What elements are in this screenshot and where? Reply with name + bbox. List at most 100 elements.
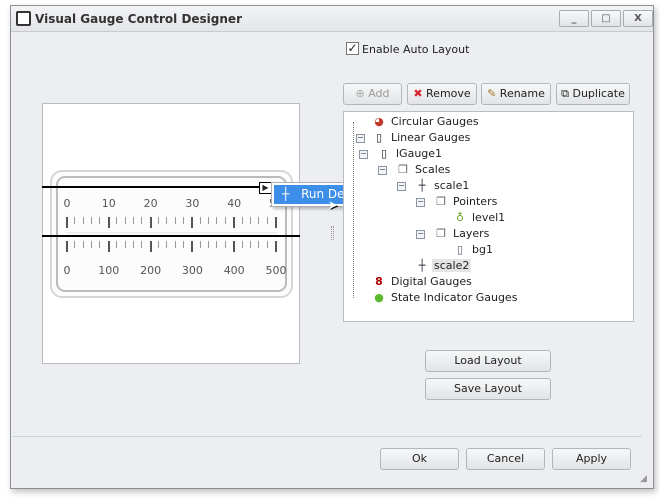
duplicate-label: Duplicate bbox=[572, 87, 625, 100]
digital-gauge-icon: 8 bbox=[375, 275, 383, 288]
title-bar[interactable]: Visual Gauge Control Designer _ □ X bbox=[11, 6, 653, 32]
scale-bar bbox=[67, 232, 277, 234]
tree-item-label: Circular Gauges bbox=[391, 115, 479, 128]
collapse-toggle[interactable]: − bbox=[356, 134, 365, 143]
tick-label: 500 bbox=[265, 264, 287, 277]
tree-item[interactable]: − ▯ Linear Gauges bbox=[356, 130, 472, 146]
minor-tick bbox=[166, 241, 168, 248]
pencil-icon: ✎ bbox=[487, 87, 497, 100]
rename-button[interactable]: ✎ Rename bbox=[481, 83, 551, 105]
major-tick bbox=[275, 241, 277, 252]
tree-item[interactable]: − ▯ lGauge1 bbox=[359, 146, 444, 162]
minor-tick bbox=[166, 217, 168, 224]
major-tick bbox=[275, 217, 277, 228]
tree-item-label: lGauge1 bbox=[396, 147, 443, 160]
minor-tick bbox=[266, 241, 268, 248]
ok-button[interactable]: Ok bbox=[380, 448, 459, 470]
collapse-toggle[interactable]: − bbox=[359, 150, 368, 159]
add-icon: ⊕ bbox=[355, 87, 365, 100]
level-pointer-icon: ♁ bbox=[455, 211, 465, 224]
mouse-cursor: ➤ bbox=[328, 198, 339, 212]
minor-tick bbox=[216, 217, 218, 224]
apply-button[interactable]: Apply bbox=[552, 448, 631, 470]
tick-label: 10 bbox=[101, 197, 116, 210]
minor-tick bbox=[82, 217, 84, 224]
state-indicator-icon: ● bbox=[374, 291, 384, 304]
window-title: Visual Gauge Control Designer bbox=[35, 12, 242, 26]
tree-item[interactable]: − ❐ Scales bbox=[378, 162, 452, 178]
tree-item[interactable]: ♁ level1 bbox=[452, 210, 507, 226]
minor-tick bbox=[141, 241, 143, 248]
minor-tick bbox=[174, 217, 176, 224]
add-button[interactable]: ⊕ Add bbox=[343, 83, 402, 105]
duplicate-icon: ⧉ bbox=[561, 87, 569, 100]
circular-gauge-icon: ◕ bbox=[374, 115, 384, 128]
tree-item[interactable]: − ❐ Layers bbox=[416, 226, 491, 242]
tree-item[interactable]: − ❐ Pointers bbox=[416, 194, 499, 210]
major-tick bbox=[191, 217, 194, 228]
tree-item[interactable]: − ┼ scale1 bbox=[397, 178, 471, 194]
scale-icon: ┼ bbox=[282, 187, 290, 201]
tree-item-label: level1 bbox=[472, 211, 506, 224]
collapse-toggle[interactable]: − bbox=[416, 230, 425, 239]
minor-tick bbox=[216, 241, 218, 248]
minor-tick bbox=[241, 241, 243, 248]
collapse-toggle[interactable]: − bbox=[378, 166, 387, 175]
minor-tick bbox=[99, 241, 101, 248]
collapse-toggle[interactable]: − bbox=[397, 182, 406, 191]
close-button[interactable]: X bbox=[623, 10, 653, 27]
collection-icon: ❐ bbox=[436, 227, 446, 240]
tree-item[interactable]: ┼ scale2 bbox=[414, 258, 472, 274]
minor-tick bbox=[183, 241, 185, 248]
duplicate-button[interactable]: ⧉ Duplicate bbox=[556, 83, 630, 105]
minor-tick bbox=[249, 217, 251, 224]
load-layout-button[interactable]: Load Layout bbox=[425, 350, 551, 372]
minor-tick bbox=[141, 217, 143, 224]
tree-item-label: Scales bbox=[415, 163, 451, 176]
remove-button[interactable]: ✖ Remove bbox=[407, 83, 477, 105]
tree-item[interactable]: 8 Digital Gauges bbox=[371, 274, 474, 290]
minor-tick bbox=[208, 217, 210, 224]
major-tick bbox=[107, 217, 110, 228]
tick-label: 200 bbox=[140, 264, 162, 277]
major-tick bbox=[149, 241, 152, 252]
tree-item-label: Pointers bbox=[453, 195, 498, 208]
major-tick bbox=[233, 241, 236, 252]
collection-icon: ❐ bbox=[398, 163, 408, 176]
collapse-toggle[interactable]: − bbox=[416, 198, 425, 207]
scale2-guide-line bbox=[42, 235, 300, 237]
tick-label: 40 bbox=[227, 197, 242, 210]
tick-label: 400 bbox=[223, 264, 245, 277]
tree-item[interactable]: ◕ Circular Gauges bbox=[371, 114, 481, 130]
minor-tick bbox=[183, 217, 185, 224]
auto-layout-checkbox[interactable]: ✓ bbox=[346, 42, 359, 55]
gauge-tree[interactable]: ◕ Circular Gauges − ▯ Linear Gauges − ▯ lGauge1… bbox=[343, 111, 634, 322]
tree-item-label: scale1 bbox=[434, 179, 470, 192]
minor-tick bbox=[199, 241, 201, 248]
maximize-button[interactable]: □ bbox=[591, 10, 621, 27]
tick-label: 20 bbox=[143, 197, 158, 210]
minor-tick bbox=[157, 241, 159, 248]
tree-item-label: bg1 bbox=[472, 243, 493, 256]
tree-item[interactable]: ● State Indicator Gauges bbox=[371, 290, 519, 306]
minor-tick bbox=[157, 217, 159, 224]
tick-label: 300 bbox=[181, 264, 203, 277]
resize-grip[interactable]: ◢ bbox=[640, 474, 647, 484]
minor-tick bbox=[82, 241, 84, 248]
minimize-button[interactable]: _ bbox=[559, 10, 589, 27]
major-tick bbox=[107, 241, 110, 252]
tree-item[interactable]: ▯ bg1 bbox=[452, 242, 495, 258]
linear-gauge[interactable] bbox=[50, 170, 293, 298]
layer-icon: ▯ bbox=[456, 243, 464, 256]
minor-tick bbox=[116, 241, 118, 248]
cancel-button[interactable]: Cancel bbox=[466, 448, 545, 470]
minor-tick bbox=[132, 241, 134, 248]
tree-item-label: scale2 bbox=[432, 259, 472, 272]
save-layout-button[interactable]: Save Layout bbox=[425, 378, 551, 400]
minor-tick bbox=[74, 217, 76, 224]
minor-tick bbox=[266, 217, 268, 224]
minor-tick bbox=[224, 241, 226, 248]
splitter-handle[interactable] bbox=[331, 226, 334, 240]
minor-tick bbox=[124, 217, 126, 224]
scale-icon: ┼ bbox=[418, 259, 426, 272]
